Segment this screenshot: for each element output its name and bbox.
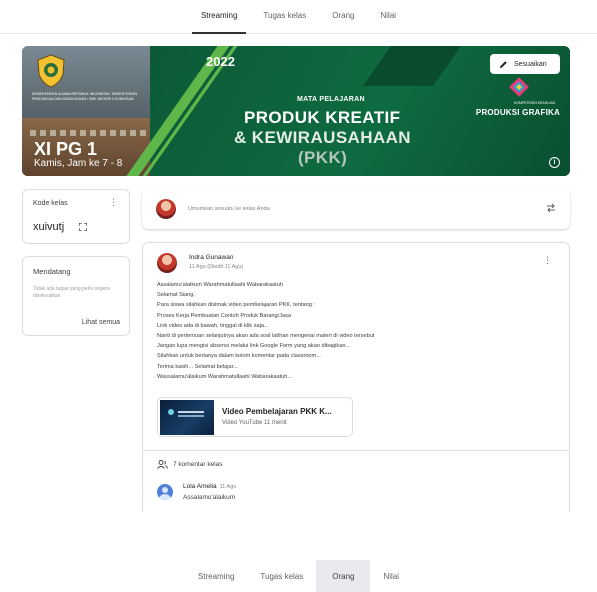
banner-year: 2022 (206, 54, 235, 69)
post-body: Assalamu'alaikum Warahmatullaahi Wabarak… (157, 280, 557, 382)
post-line: Wassalamu'alaikum Warahmatullaahi Wabara… (157, 373, 293, 380)
post-line: Para siswa silahkan disimak video pembel… (157, 302, 315, 309)
top-tab-bar: Streaming Tugas kelas Orang Nilai (0, 0, 597, 34)
video-thumbnail (160, 400, 214, 435)
banner-subject-line3: (PKK) (298, 148, 348, 167)
stream-post: Indra Gunawan 11 Agu (Diedit 11 Agu) ⋮ A… (142, 242, 570, 512)
announce-placeholder[interactable]: Umumkan sesuatu ke kelas Anda (188, 206, 270, 212)
fullscreen-icon[interactable] (79, 223, 87, 231)
tab-tugas-kelas[interactable]: Tugas kelas (250, 0, 319, 34)
post-date: 11 Agu (Diedit 11 Agu) (189, 264, 244, 270)
tab-orang-bottom[interactable]: Orang (316, 560, 371, 592)
user-avatar (156, 199, 176, 219)
bottom-tab-bar: Streaming Tugas kelas Orang Nilai (0, 560, 597, 592)
class-banner: KEMENTERIAN AGAMA REPUBLIK INDONESIA / K… (22, 46, 570, 176)
post-line: Link video ada di bawah, tinggal di klik… (157, 322, 269, 329)
author-avatar (157, 253, 177, 273)
post-more-vert-icon[interactable]: ⋮ (543, 256, 552, 265)
competency-logo-icon (509, 77, 529, 97)
competency-name: PRODUKSI GRAFIKA (475, 108, 560, 117)
comment-text: Assalamu'alaikum (183, 494, 236, 501)
video-attachment[interactable]: Video Pembelajaran PKK K... Video YouTub… (157, 397, 353, 437)
comment-author-row: Lola Amelia 11 Agu (183, 483, 236, 490)
school-logo-icon (37, 54, 65, 88)
tab-streaming[interactable]: Streaming (188, 0, 250, 34)
post-line: Jangan lupa mengisi absensi melalui link… (157, 343, 351, 350)
commenter-avatar (157, 484, 173, 500)
post-line: Nanti di pertemuan selanjutnya akan ada … (157, 333, 375, 340)
attachment-subtitle: Video YouTube 11 menit (222, 420, 287, 426)
post-line: Assalamu'alaikum Warahmatullaahi Wabarak… (157, 282, 283, 288)
post-line: Terima kasih... Selamat belajar... (157, 363, 238, 370)
post-author: Indra Gunawan (189, 254, 234, 261)
tab-tugas-kelas-bottom[interactable]: Tugas kelas (247, 560, 316, 592)
post-divider (143, 450, 569, 451)
announce-box[interactable]: Umumkan sesuatu ke kelas Anda (142, 189, 570, 229)
class-comments-link[interactable]: 7 komentar kelas (173, 461, 223, 468)
people-icon (157, 460, 168, 469)
class-name: XI PG 1 (34, 139, 98, 159)
banner-subject-label: MATA PELAJARAN (297, 96, 365, 103)
class-schedule: Kamis, Jam ke 7 - 8 (34, 158, 123, 169)
class-code-label: Kode kelas (33, 200, 68, 207)
customize-label: Sesuaikan (514, 60, 547, 68)
pencil-icon (499, 60, 507, 68)
post-line: Silahkan untuk bertanya dalam kolom kome… (157, 353, 321, 360)
banner-subject-line2: & KEWIRAUSAHAAN (234, 128, 411, 147)
school-text: KEMENTERIAN AGAMA REPUBLIK INDONESIA / K… (32, 92, 138, 101)
class-code-value: xuivutj (33, 221, 65, 233)
tab-orang[interactable]: Orang (319, 0, 367, 34)
post-line: Proses Kerja Pembuatan Contoh Produk Bar… (157, 312, 292, 319)
info-icon[interactable]: i (549, 157, 560, 168)
tab-nilai-bottom[interactable]: Nilai (370, 560, 412, 592)
customize-button[interactable]: Sesuaikan (490, 54, 560, 74)
upcoming-title: Mendatang (33, 267, 71, 276)
tab-nilai[interactable]: Nilai (367, 0, 409, 34)
tab-streaming-bottom[interactable]: Streaming (185, 560, 247, 592)
more-vert-icon[interactable]: ⋮ (109, 198, 118, 207)
upcoming-empty-text: Tidak ada tugas yang perlu segera disele… (33, 286, 110, 299)
comment-date: 11 Agu (219, 484, 237, 490)
repost-icon[interactable] (546, 203, 556, 213)
view-all-link[interactable]: Lihat semua (82, 319, 120, 326)
class-code-card: Kode kelas ⋮ xuivutj (22, 189, 130, 244)
comment-author: Lola Amelia (183, 483, 217, 490)
attachment-title: Video Pembelajaran PKK K... (222, 407, 332, 416)
post-line: Selamat Siang. (157, 292, 195, 299)
banner-subject-line1: PRODUK KREATIF (244, 108, 401, 127)
upcoming-card: Mendatang Tidak ada tugas yang perlu seg… (22, 256, 130, 336)
competency-label: KOMPETENSI KEAHLIAN (513, 101, 555, 105)
